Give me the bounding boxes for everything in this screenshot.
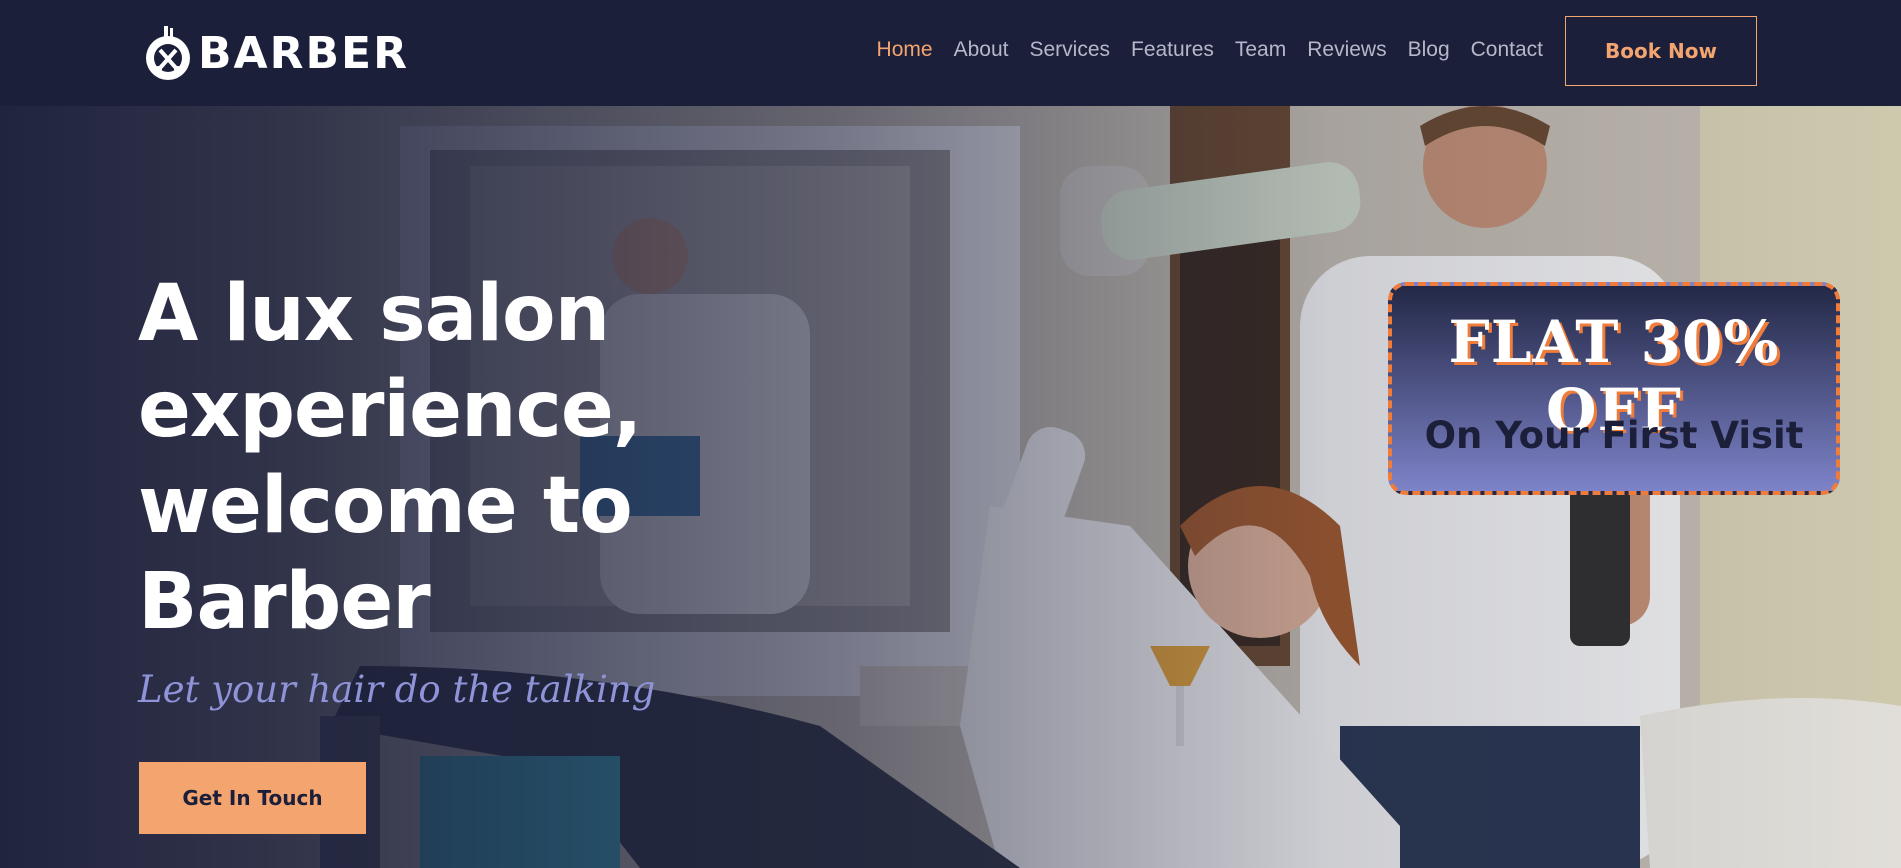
hero-section: A lux salon experience, welcome to Barbe…: [0, 106, 1901, 868]
nav-item-services[interactable]: Services: [1029, 38, 1110, 62]
hero-headline: A lux salon experience, welcome to Barbe…: [138, 269, 642, 647]
hero-tagline: Let your hair do the talking: [138, 668, 656, 711]
brand-name: BARBER: [198, 27, 409, 79]
scissors-comb-icon: [146, 26, 190, 80]
brand-logo[interactable]: BARBER: [140, 22, 409, 84]
promo-badge: FLAT 30% OFF On Your First Visit: [1388, 282, 1840, 495]
main-nav: Home About Services Features Team Review…: [856, 38, 1543, 62]
nav-item-about[interactable]: About: [954, 38, 1009, 62]
nav-item-team[interactable]: Team: [1235, 38, 1286, 62]
get-in-touch-button[interactable]: Get In Touch: [139, 762, 366, 834]
nav-item-contact[interactable]: Contact: [1471, 38, 1543, 62]
nav-item-blog[interactable]: Blog: [1408, 38, 1450, 62]
nav-item-reviews[interactable]: Reviews: [1307, 38, 1386, 62]
book-now-button[interactable]: Book Now: [1565, 16, 1757, 86]
nav-item-features[interactable]: Features: [1131, 38, 1214, 62]
nav-item-home[interactable]: Home: [877, 38, 933, 62]
promo-subtitle: On Your First Visit: [1424, 414, 1804, 457]
site-header: BARBER Home About Services Features Team…: [0, 0, 1901, 106]
